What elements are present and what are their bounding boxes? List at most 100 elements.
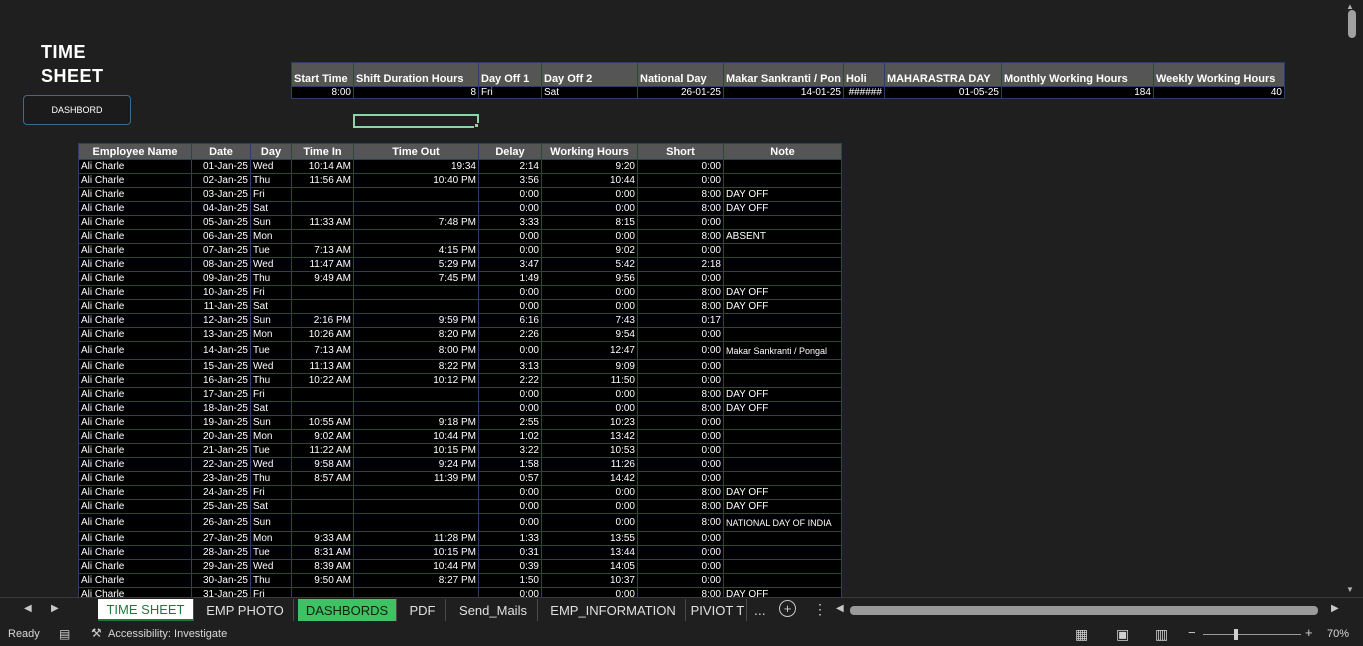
table-cell[interactable]: 0:00 bbox=[478, 513, 542, 532]
table-cell[interactable] bbox=[353, 201, 479, 216]
table-cell[interactable]: Fri bbox=[250, 587, 292, 597]
table-cell[interactable] bbox=[723, 559, 842, 574]
table-cell[interactable]: Wed bbox=[250, 257, 292, 272]
table-cell[interactable]: 4:15 PM bbox=[353, 243, 479, 258]
table-cell[interactable] bbox=[723, 471, 842, 486]
accessibility-icon[interactable]: ⚒ bbox=[91, 626, 102, 640]
add-sheet-icon[interactable]: + bbox=[779, 600, 796, 617]
table-cell[interactable]: 06-Jan-25 bbox=[191, 229, 251, 244]
cell-mode-icon[interactable]: ▤ bbox=[59, 627, 70, 641]
table-cell[interactable]: 2:26 bbox=[478, 327, 542, 342]
table-cell[interactable] bbox=[353, 299, 479, 314]
table-cell[interactable]: 17-Jan-25 bbox=[191, 387, 251, 402]
table-cell[interactable]: 0:00 bbox=[541, 285, 638, 300]
table-cell[interactable]: Ali Charle bbox=[78, 457, 192, 472]
table-cell[interactable]: 8:00 bbox=[637, 387, 724, 402]
table-cell[interactable]: 01-Jan-25 bbox=[191, 159, 251, 174]
table-cell[interactable]: 1:58 bbox=[478, 457, 542, 472]
settings-value-cell[interactable]: Fri bbox=[478, 86, 542, 99]
table-cell[interactable]: 21-Jan-25 bbox=[191, 443, 251, 458]
table-cell[interactable]: 0:17 bbox=[637, 313, 724, 328]
table-cell[interactable]: 5:42 bbox=[541, 257, 638, 272]
table-cell[interactable]: Ali Charle bbox=[78, 257, 192, 272]
table-cell[interactable]: 13:55 bbox=[541, 531, 638, 546]
table-cell[interactable] bbox=[353, 499, 479, 514]
table-cell[interactable] bbox=[723, 271, 842, 286]
table-cell[interactable]: Sun bbox=[250, 415, 292, 430]
table-cell[interactable] bbox=[291, 299, 354, 314]
table-cell[interactable]: 10:14 AM bbox=[291, 159, 354, 174]
column-header[interactable]: Delay bbox=[478, 143, 542, 160]
table-cell[interactable]: 0:00 bbox=[478, 187, 542, 202]
table-cell[interactable]: 8:00 bbox=[637, 499, 724, 514]
table-cell[interactable]: 9:59 PM bbox=[353, 313, 479, 328]
table-cell[interactable]: 1:50 bbox=[478, 573, 542, 588]
sheet-tab[interactable]: TIME SHEET bbox=[98, 599, 194, 621]
table-cell[interactable]: 8:00 bbox=[637, 587, 724, 597]
table-cell[interactable]: 16-Jan-25 bbox=[191, 373, 251, 388]
sheet-tab[interactable]: EMP PHOTO bbox=[197, 599, 294, 621]
table-cell[interactable]: 0:00 bbox=[637, 271, 724, 286]
table-cell[interactable]: 0:00 bbox=[541, 401, 638, 416]
fill-handle[interactable] bbox=[474, 123, 479, 128]
table-cell[interactable]: 8:00 PM bbox=[353, 341, 479, 360]
sheet-tab[interactable]: EMP_INFORMATION bbox=[541, 599, 686, 621]
table-cell[interactable]: 04-Jan-25 bbox=[191, 201, 251, 216]
table-cell[interactable]: Ali Charle bbox=[78, 545, 192, 560]
zoom-in-icon[interactable]: + bbox=[1305, 625, 1313, 640]
table-cell[interactable]: 0:00 bbox=[637, 173, 724, 188]
table-cell[interactable]: 02-Jan-25 bbox=[191, 173, 251, 188]
table-cell[interactable]: Ali Charle bbox=[78, 373, 192, 388]
selected-cell[interactable] bbox=[353, 114, 479, 128]
table-cell[interactable] bbox=[353, 587, 479, 597]
table-cell[interactable] bbox=[723, 373, 842, 388]
table-cell[interactable]: Fri bbox=[250, 387, 292, 402]
table-cell[interactable]: 0:00 bbox=[541, 187, 638, 202]
table-cell[interactable]: Sat bbox=[250, 499, 292, 514]
table-cell[interactable]: 13:42 bbox=[541, 429, 638, 444]
table-cell[interactable]: 10:26 AM bbox=[291, 327, 354, 342]
table-cell[interactable] bbox=[353, 187, 479, 202]
table-cell[interactable]: Ali Charle bbox=[78, 513, 192, 532]
table-cell[interactable]: 10:23 bbox=[541, 415, 638, 430]
table-cell[interactable]: Wed bbox=[250, 457, 292, 472]
settings-header-cell[interactable]: Weekly Working Hours bbox=[1152, 62, 1285, 87]
table-cell[interactable]: Ali Charle bbox=[78, 573, 192, 588]
settings-value-cell[interactable]: 01-05-25 bbox=[883, 86, 1002, 99]
table-cell[interactable]: 8:22 PM bbox=[353, 359, 479, 374]
table-cell[interactable]: 0:00 bbox=[637, 545, 724, 560]
table-cell[interactable] bbox=[353, 387, 479, 402]
table-cell[interactable]: Sun bbox=[250, 513, 292, 532]
normal-view-icon[interactable]: ▦ bbox=[1075, 626, 1088, 643]
column-header[interactable]: Note bbox=[723, 143, 842, 160]
table-cell[interactable]: 0:00 bbox=[541, 299, 638, 314]
table-cell[interactable]: 0:00 bbox=[637, 443, 724, 458]
table-cell[interactable]: DAY OFF bbox=[723, 201, 842, 216]
table-cell[interactable]: 8:39 AM bbox=[291, 559, 354, 574]
table-cell[interactable]: Wed bbox=[250, 359, 292, 374]
page-break-icon[interactable]: ▥ bbox=[1155, 626, 1168, 643]
table-cell[interactable]: Wed bbox=[250, 559, 292, 574]
settings-value-cell[interactable]: ###### bbox=[842, 86, 885, 99]
table-cell[interactable]: Ali Charle bbox=[78, 401, 192, 416]
table-cell[interactable]: DAY OFF bbox=[723, 299, 842, 314]
table-cell[interactable] bbox=[723, 313, 842, 328]
sheet-tab[interactable]: Send_Mails bbox=[449, 599, 538, 621]
vertical-scrollbar[interactable]: ▲ ▼ bbox=[1340, 0, 1363, 597]
table-cell[interactable] bbox=[723, 415, 842, 430]
table-cell[interactable]: 0:00 bbox=[478, 341, 542, 360]
table-cell[interactable]: 7:13 AM bbox=[291, 243, 354, 258]
table-cell[interactable]: 11:50 bbox=[541, 373, 638, 388]
table-cell[interactable]: 10:15 PM bbox=[353, 545, 479, 560]
table-cell[interactable] bbox=[723, 257, 842, 272]
table-cell[interactable]: Ali Charle bbox=[78, 429, 192, 444]
sheet-tab[interactable]: DASHBORDS bbox=[298, 599, 397, 621]
table-cell[interactable]: Fri bbox=[250, 285, 292, 300]
table-cell[interactable]: 9:49 AM bbox=[291, 271, 354, 286]
table-cell[interactable]: 14-Jan-25 bbox=[191, 341, 251, 360]
table-cell[interactable]: 0:00 bbox=[478, 285, 542, 300]
table-cell[interactable]: Ali Charle bbox=[78, 387, 192, 402]
sheet-tab[interactable]: PDF bbox=[400, 599, 446, 621]
settings-value-cell[interactable]: 14-01-25 bbox=[723, 86, 844, 99]
table-cell[interactable]: 31-Jan-25 bbox=[191, 587, 251, 597]
